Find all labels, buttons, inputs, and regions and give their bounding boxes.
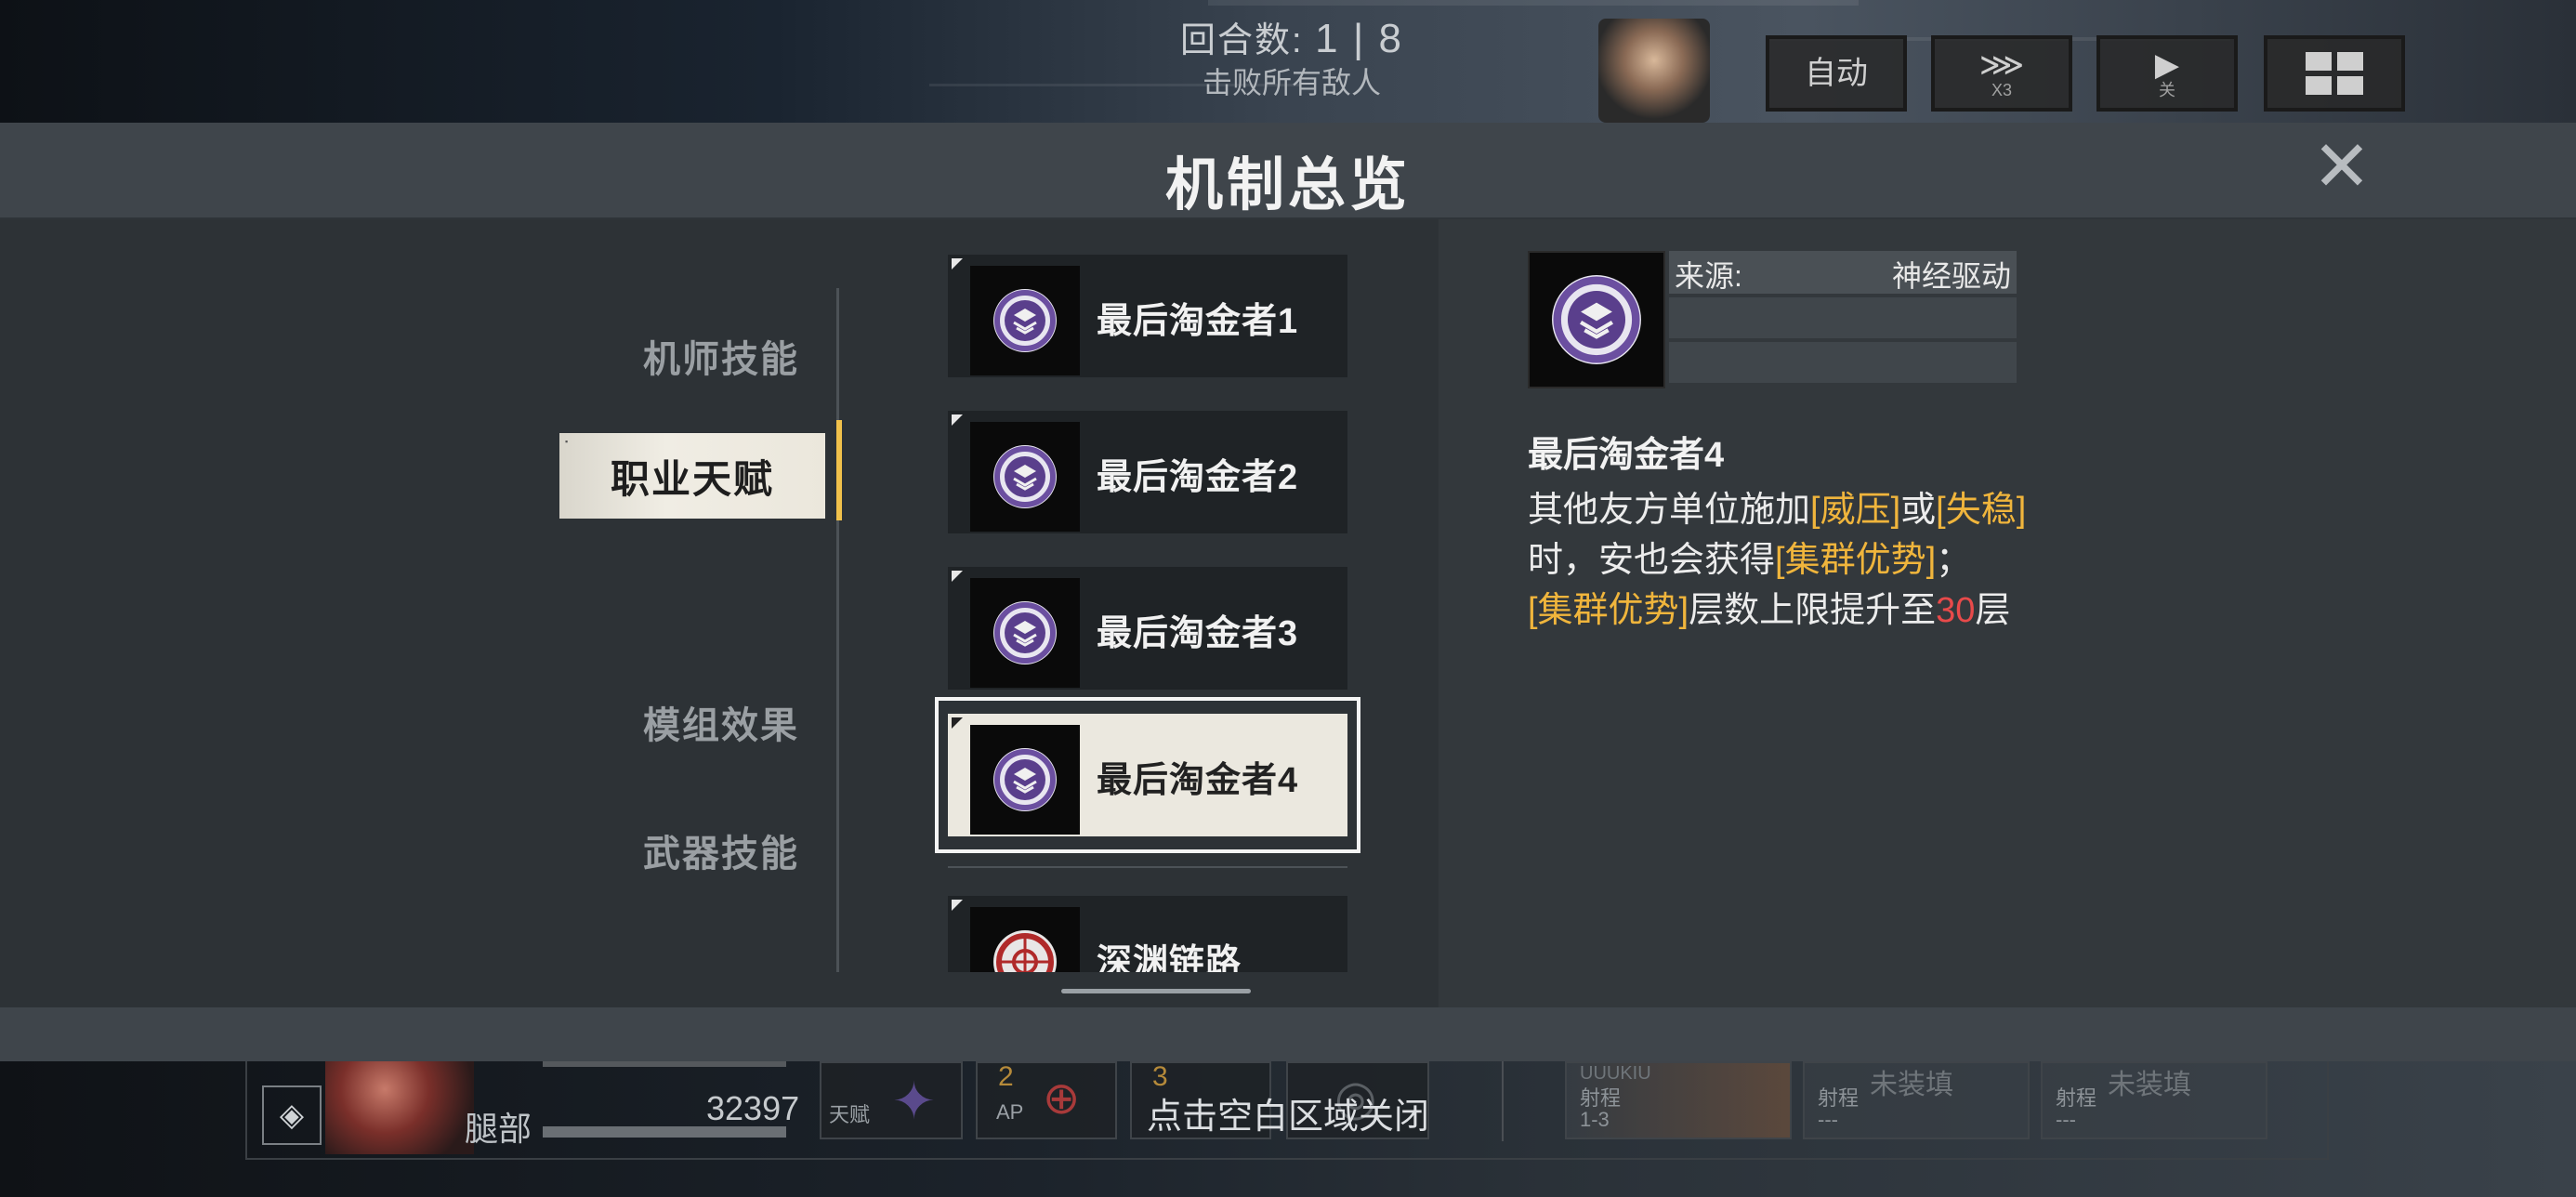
mechanic-item-label: 最后淘金者1 <box>1097 302 1299 341</box>
mechanic-item[interactable]: 最后淘金者3 <box>948 567 1347 690</box>
weapon-slot-1[interactable]: UUUKIU 射程 1-3 <box>1565 1061 1792 1139</box>
desc-text: 层 <box>1975 591 2011 630</box>
grid-icon <box>2306 52 2363 95</box>
layers-icon[interactable]: ◈ <box>262 1085 322 1145</box>
weapon-name: 未装填 <box>1870 1070 1953 1100</box>
detail-title: 最后淘金者4 <box>1528 436 1725 475</box>
pilot-avatar <box>325 1061 474 1154</box>
category-class-talent-label: 职业天赋 <box>610 456 774 501</box>
tab-corner-mark: ▪ <box>565 437 571 446</box>
desc-keyword: [集群优势] <box>1528 591 1689 630</box>
category-module-effects[interactable]: 模组效果 <box>558 695 799 749</box>
desc-text: 时，安也会获得 <box>1528 541 1776 580</box>
talent-crest-icon: ✦ <box>892 1072 936 1130</box>
auto-button[interactable]: 自动 <box>1766 35 1907 112</box>
list-separator <box>948 866 1347 868</box>
category-divider <box>836 288 839 972</box>
desc-text: 层数上限提升至 <box>1689 591 1937 630</box>
desc-keyword: [威压] <box>1810 491 1901 530</box>
source-row-empty <box>1669 297 2017 338</box>
ap-cost: 2 <box>998 1061 1014 1092</box>
range-value: --- <box>1818 1108 1838 1131</box>
speed-multiplier: X3 <box>1991 81 2013 99</box>
range-value: --- <box>2056 1108 2076 1131</box>
desc-keyword: [失稳] <box>1936 491 2027 530</box>
armor-bar <box>543 1061 786 1067</box>
film-play-icon: ▶ <box>2154 47 2180 83</box>
purple-crest-icon <box>1528 251 1665 388</box>
range-value: 1-3 <box>1580 1108 1610 1131</box>
desc-number: 30 <box>1936 591 1976 630</box>
round-label: 回合数: <box>1180 21 1304 60</box>
hp-bar <box>543 1126 786 1138</box>
selected-item-frame <box>935 697 1360 853</box>
ap-label: AP <box>996 1100 1024 1124</box>
close-hint[interactable]: 点击空白区域关闭 <box>1022 1087 1554 1138</box>
weapon-slot-3[interactable]: 未装填 射程 --- <box>2041 1061 2267 1139</box>
desc-text: 或 <box>1900 491 1937 530</box>
mechanic-item[interactable]: 最后淘金者1 <box>948 255 1347 377</box>
category-weapon-skills[interactable]: 武器技能 <box>558 823 799 877</box>
category-class-talent[interactable]: ▪ 职业天赋 <box>559 433 825 519</box>
close-icon[interactable]: ✕ <box>2312 132 2372 203</box>
corner-mark <box>952 571 963 582</box>
pilot-portrait <box>1598 19 1710 123</box>
auto-button-label: 自动 <box>1805 56 1868 91</box>
objective-text: 击败所有敌人 <box>1202 66 1381 99</box>
mechanic-item[interactable]: 最后淘金者2 <box>948 411 1347 533</box>
weapon-name: 未装填 <box>2108 1070 2191 1100</box>
fast-forward-icon: ⋙ <box>1978 47 2025 83</box>
mechanic-item-label: 深渊链路 <box>1097 943 1242 972</box>
hp-value: 32397 <box>706 1089 800 1127</box>
detail-description: 其他友方单位施加[威压]或[失稳] 时，安也会获得[集群优势]； [集群优势]层… <box>1528 485 2197 636</box>
round-value: 1 | 8 <box>1315 16 1403 61</box>
scroll-indicator[interactable] <box>1061 989 1251 993</box>
modal-title: 机制总览 <box>1164 153 1411 217</box>
desc-keyword: [集群优势] <box>1775 541 1937 580</box>
source-value: 神经驱动 <box>1891 259 2011 293</box>
category-pilot-skills[interactable]: 机师技能 <box>558 329 799 383</box>
desc-text: 其他友方单位施加 <box>1528 491 1811 530</box>
animation-toggle-state: 关 <box>2159 81 2175 99</box>
animation-toggle-button[interactable]: ▶ 关 <box>2096 35 2238 112</box>
body-part-label: 腿部 <box>465 1110 532 1148</box>
desc-text: ； <box>1936 541 1972 580</box>
active-category-indicator <box>836 420 842 520</box>
mechanic-item-label: 最后淘金者3 <box>1097 614 1299 653</box>
red-target-icon <box>970 907 1080 972</box>
menu-grid-button[interactable] <box>2264 35 2405 112</box>
talent-label: 天赋 <box>829 1103 871 1126</box>
corner-mark <box>952 258 963 270</box>
round-counter: 回合数: 1 | 8 <box>1152 11 1431 62</box>
modal-footer <box>0 1007 2576 1061</box>
mechanic-item-label: 最后淘金者2 <box>1097 458 1299 497</box>
corner-mark <box>952 900 963 911</box>
speed-button[interactable]: ⋙ X3 <box>1931 35 2072 112</box>
purple-crest-icon <box>970 578 1080 688</box>
mechanic-list[interactable]: 最后淘金者1 最后淘金者2 最后淘金者3 最后淘金者4 深渊链路 <box>929 245 1366 972</box>
source-label: 来源: <box>1675 259 1742 293</box>
purple-crest-icon <box>970 266 1080 375</box>
source-row-empty <box>1669 342 2017 383</box>
purple-crest-icon <box>970 422 1080 532</box>
mechanic-item[interactable]: 深渊链路 <box>948 896 1347 972</box>
talent-skill-slot[interactable]: 天赋 ✦ <box>820 1061 963 1139</box>
corner-mark <box>952 414 963 426</box>
weapon-slot-2[interactable]: 未装填 射程 --- <box>1803 1061 2030 1139</box>
